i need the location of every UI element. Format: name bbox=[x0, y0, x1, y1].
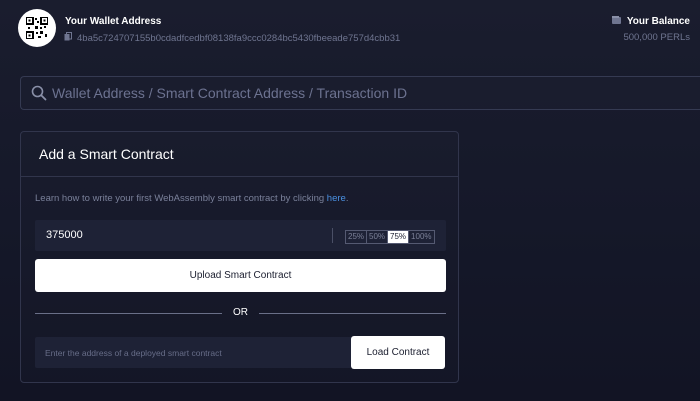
search-icon bbox=[31, 85, 47, 101]
wallet-address-row: 4ba5c724707155b0cdadfcedbf08138fa9ccc028… bbox=[64, 32, 400, 44]
help-text-prefix: Learn how to write your first WebAssembl… bbox=[35, 193, 327, 204]
load-contract-button[interactable]: Load Contract bbox=[351, 336, 445, 369]
balance-value: 500,000 PERLs bbox=[623, 32, 690, 43]
copy-icon[interactable] bbox=[64, 32, 72, 44]
upload-smart-contract-button[interactable]: Upload Smart Contract bbox=[35, 259, 446, 292]
amount-divider bbox=[332, 228, 333, 243]
percent-50-button[interactable]: 50% bbox=[367, 231, 389, 243]
percent-75-button[interactable]: 75% bbox=[388, 231, 410, 243]
wallet-icon bbox=[611, 16, 621, 27]
card-title: Add a Smart Contract bbox=[21, 132, 458, 177]
percent-25-button[interactable]: 25% bbox=[346, 231, 368, 243]
or-divider: OR bbox=[35, 306, 446, 320]
percent-100-button[interactable]: 100% bbox=[409, 231, 433, 243]
wallet-address-value: 4ba5c724707155b0cdadfcedbf08138fa9ccc028… bbox=[77, 32, 401, 44]
qr-code-icon[interactable] bbox=[18, 9, 56, 47]
top-header: Your Wallet Address 4ba5c724707155b0cdad… bbox=[0, 0, 700, 60]
help-text: Learn how to write your first WebAssembl… bbox=[35, 193, 348, 204]
amount-field[interactable]: 375000 25% 50% 75% 100% bbox=[35, 220, 446, 251]
wallet-address-title: Your Wallet Address bbox=[65, 16, 162, 27]
divider-line-right bbox=[259, 313, 446, 314]
search-bar[interactable]: Wallet Address / Smart Contract Address … bbox=[20, 76, 700, 110]
search-input[interactable]: Wallet Address / Smart Contract Address … bbox=[52, 85, 407, 101]
add-smart-contract-card: Add a Smart Contract Learn how to write … bbox=[20, 131, 459, 383]
help-text-suffix: . bbox=[345, 193, 349, 204]
balance-title-row: Your Balance bbox=[611, 16, 690, 27]
balance-title: Your Balance bbox=[626, 16, 690, 27]
contract-address-input[interactable] bbox=[35, 337, 351, 368]
percent-selector: 25% 50% 75% 100% bbox=[345, 230, 435, 244]
help-link[interactable]: here bbox=[327, 193, 346, 204]
amount-value[interactable]: 375000 bbox=[46, 229, 83, 241]
